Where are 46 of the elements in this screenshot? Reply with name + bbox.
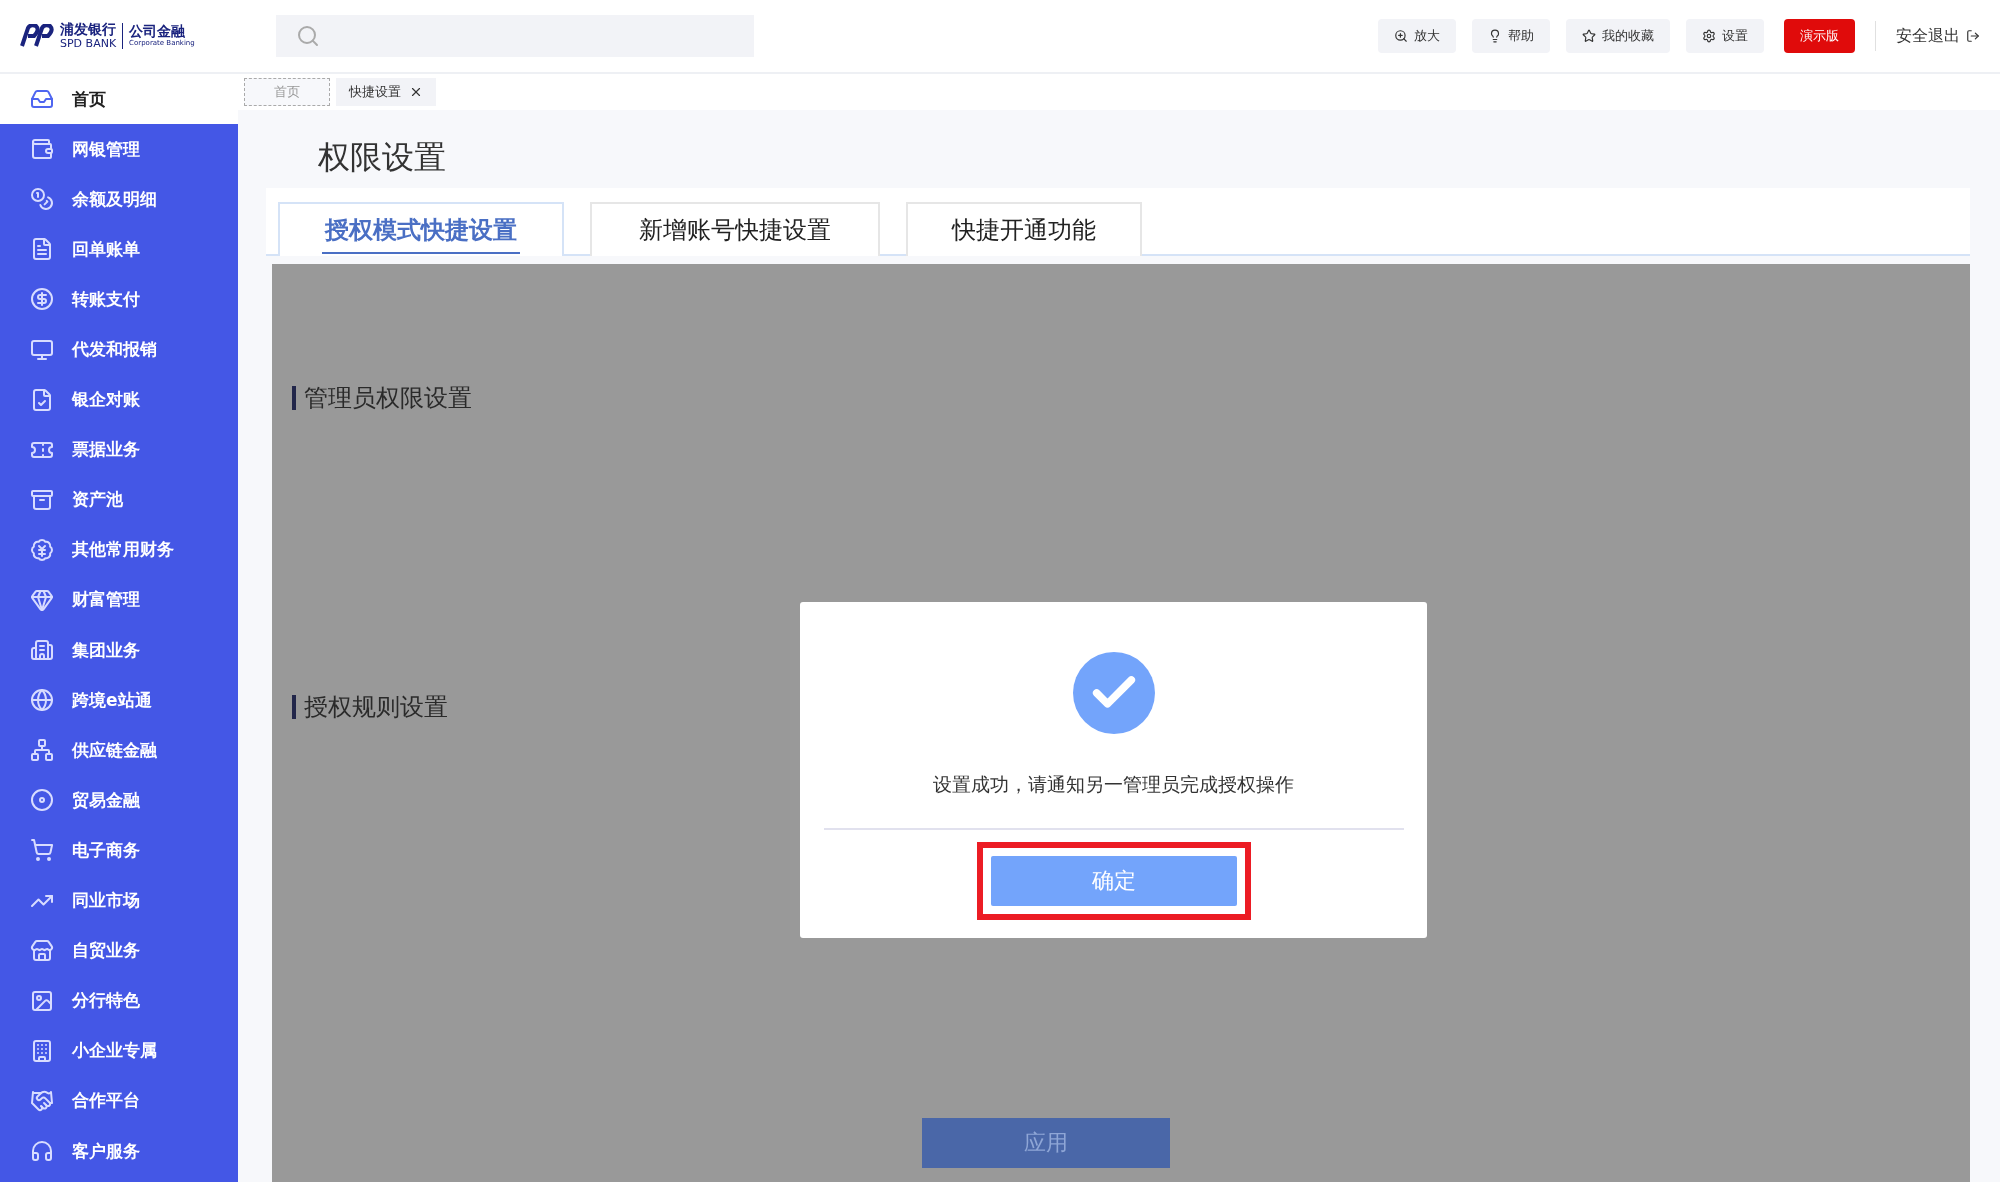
search-field[interactable] (276, 15, 754, 57)
sidebar-item[interactable]: 首页 (0, 74, 238, 125)
search-icon (296, 24, 320, 48)
building-icon (30, 1038, 54, 1063)
handshake-icon (30, 1088, 54, 1113)
globe-icon (30, 688, 54, 713)
toolbar-button[interactable]: 我的收藏 (1566, 19, 1670, 53)
demo-badge[interactable]: 演示版 (1784, 19, 1855, 53)
gem-icon (30, 588, 54, 612)
document-icon (30, 237, 54, 262)
monitor-icon (30, 337, 54, 362)
logo-icon (20, 24, 54, 48)
page-tab[interactable]: 授权模式快捷设置 (278, 202, 564, 256)
yen-badge-icon (30, 537, 54, 562)
headset-icon (30, 1139, 54, 1163)
dialog-message: 设置成功，请通知另一管理员完成授权操作 (933, 772, 1294, 797)
disc-icon (30, 788, 54, 813)
bank-name-english: SPD BANK (60, 37, 117, 50)
bank-name: 浦发银行 (60, 22, 117, 38)
page-title: 权限设置 (317, 137, 447, 178)
logout-button[interactable]: 安全退出 (1896, 25, 1980, 47)
coins-icon (30, 187, 54, 212)
network-icon (30, 738, 54, 763)
page-tab[interactable]: 快捷开通功能 (906, 202, 1142, 256)
zoom-in-icon (1394, 29, 1408, 43)
open-tab[interactable]: 快捷设置 (336, 78, 436, 106)
division-name: 公司金融 (129, 24, 187, 40)
archive-icon (30, 487, 54, 512)
page-tab[interactable]: 新增账号快捷设置 (590, 202, 880, 256)
settings-icon (1702, 29, 1716, 43)
building-icon (30, 638, 54, 663)
toolbar-button[interactable]: 帮助 (1472, 19, 1550, 53)
section-title: 管理员权限设置 (292, 386, 1970, 410)
cart-icon (30, 838, 54, 863)
logout-icon (1966, 29, 1980, 43)
close-icon[interactable] (409, 85, 423, 99)
coin-icon (30, 287, 54, 312)
star-icon (1582, 29, 1596, 43)
open-tab[interactable]: 首页 (244, 78, 330, 106)
wallet-icon (30, 137, 54, 162)
store-icon (30, 938, 54, 963)
toolbar-button[interactable]: 设置 (1686, 19, 1764, 53)
picture-icon (30, 988, 54, 1013)
toolbar-button[interactable]: 放大 (1378, 19, 1456, 53)
lightbulb-icon (1488, 29, 1502, 43)
document-check-icon (30, 387, 54, 412)
